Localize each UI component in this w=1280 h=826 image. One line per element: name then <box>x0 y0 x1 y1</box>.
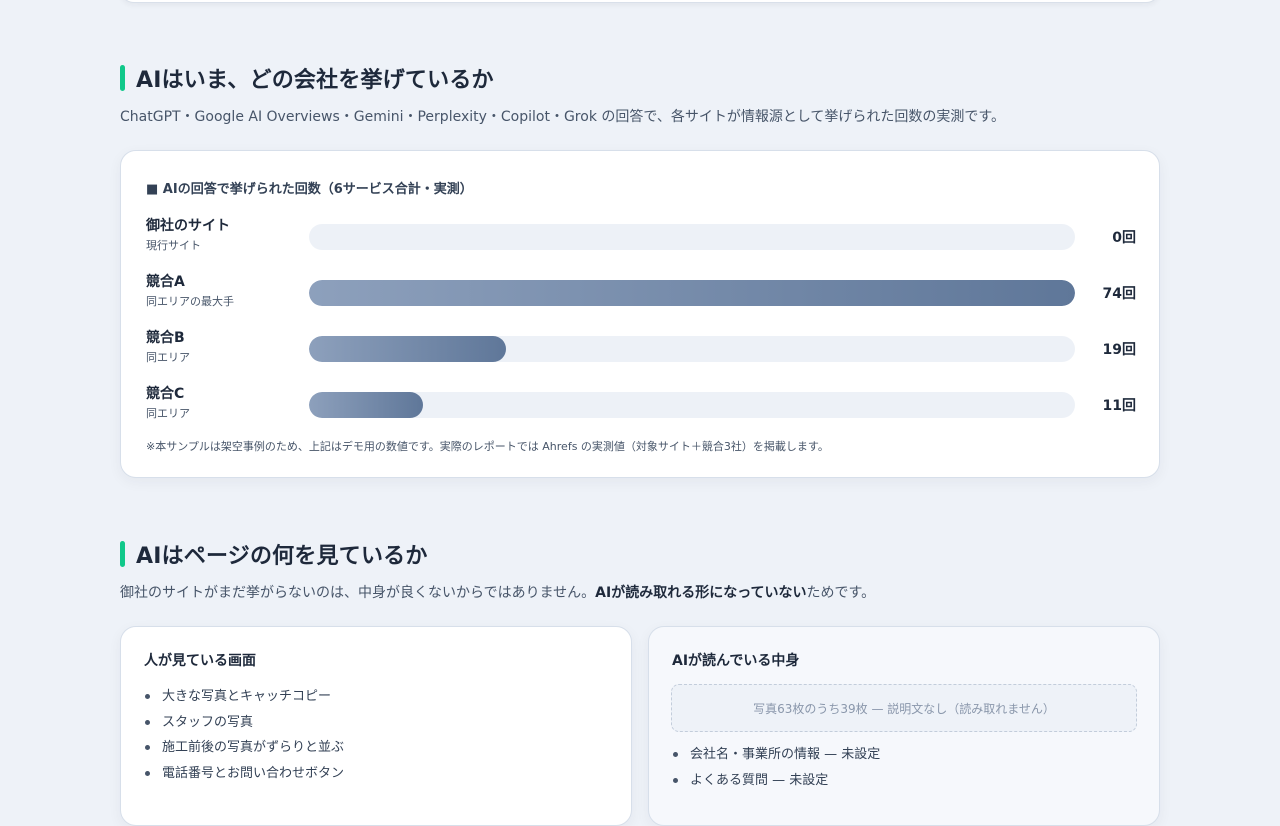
lead-emphasis: AIが読み取れる形になっていない <box>595 585 807 601</box>
chart-bar-row: 競合B 同エリア 19回 <box>121 327 1161 367</box>
view-section-lead: 御社のサイトがまだ挙がらないのは、中身が良くないからではありません。AIが読み取… <box>120 582 875 602</box>
ai-view-list: 会社名・事業所の情報 — 未設定 よくある質問 — 未設定 <box>672 746 880 797</box>
citation-chart-card: ■ AIの回答で挙げられた回数（6サービス合計・実測） 御社のサイト 現行サイト… <box>120 150 1160 478</box>
chart-bar-row: 競合C 同エリア 11回 <box>121 383 1161 423</box>
ai-view-card: AIが読んでいる中身 写真63枚のうち39枚 — 説明文なし（読み取れません） … <box>648 626 1160 826</box>
bar-track <box>309 224 1075 250</box>
lead-prefix: 御社のサイトがまだ挙がらないのは、中身が良くないからではありません。 <box>120 585 596 601</box>
bar-sublabel: 同エリア <box>146 351 190 364</box>
bar-value-label: 74回 <box>1102 286 1136 302</box>
view-section-title: AIはページの何を見ているか <box>120 541 428 569</box>
previous-section-card <box>120 0 1160 3</box>
chart-bar-row: 御社のサイト 現行サイト 0回 <box>121 215 1161 255</box>
citation-section-title-text: AIはいま、どの会社を挙げているか <box>136 68 494 93</box>
chart-bar-row: 競合A 同エリアの最大手 74回 <box>121 271 1161 311</box>
list-item: 施工前後の写真がずらりと並ぶ <box>144 739 344 765</box>
title-accent-bar <box>120 65 125 91</box>
bar-label: 競合C <box>146 386 185 402</box>
bar-fill <box>309 280 1075 306</box>
citation-section-lead: ChatGPT・Google AI Overviews・Gemini・Perpl… <box>120 109 1005 125</box>
bar-track <box>309 336 1075 362</box>
chart-heading: ■ AIの回答で挙げられた回数（6サービス合計・実測） <box>146 182 473 197</box>
ai-card-title: AIが読んでいる中身 <box>672 653 800 669</box>
bar-fill <box>309 336 506 362</box>
view-section-title-text: AIはページの何を見ているか <box>136 544 428 569</box>
list-item: 会社名・事業所の情報 — 未設定 <box>672 746 880 772</box>
bar-value-label: 11回 <box>1102 398 1136 414</box>
bar-label: 競合B <box>146 330 185 346</box>
list-item: 電話番号とお問い合わせボタン <box>144 765 344 791</box>
list-item: 大きな写真とキャッチコピー <box>144 688 344 714</box>
chart-footnote: ※本サンプルは架空事例のため、上記はデモ用の数値です。実際のレポートでは Ahr… <box>146 440 829 453</box>
bar-label: 御社のサイト <box>146 218 230 234</box>
bar-sublabel: 現行サイト <box>146 239 201 252</box>
list-item: スタッフの写真 <box>144 714 344 740</box>
human-view-card: 人が見ている画面 大きな写真とキャッチコピー スタッフの写真 施工前後の写真がず… <box>120 626 632 826</box>
title-accent-bar <box>120 541 125 567</box>
bar-value-label: 0回 <box>1112 230 1136 246</box>
bar-label: 競合A <box>146 274 185 290</box>
lead-suffix: ためです。 <box>806 585 876 601</box>
list-item: よくある質問 — 未設定 <box>672 772 880 798</box>
missing-alt-text-notice: 写真63枚のうち39枚 — 説明文なし（読み取れません） <box>671 684 1137 732</box>
bar-sublabel: 同エリアの最大手 <box>146 295 234 308</box>
bar-track <box>309 392 1075 418</box>
human-view-list: 大きな写真とキャッチコピー スタッフの写真 施工前後の写真がずらりと並ぶ 電話番… <box>144 688 344 790</box>
bar-track <box>309 280 1075 306</box>
citation-section-title: AIはいま、どの会社を挙げているか <box>120 65 494 93</box>
bar-fill <box>309 392 423 418</box>
bar-sublabel: 同エリア <box>146 407 190 420</box>
human-card-title: 人が見ている画面 <box>144 653 256 669</box>
bar-value-label: 19回 <box>1102 342 1136 358</box>
